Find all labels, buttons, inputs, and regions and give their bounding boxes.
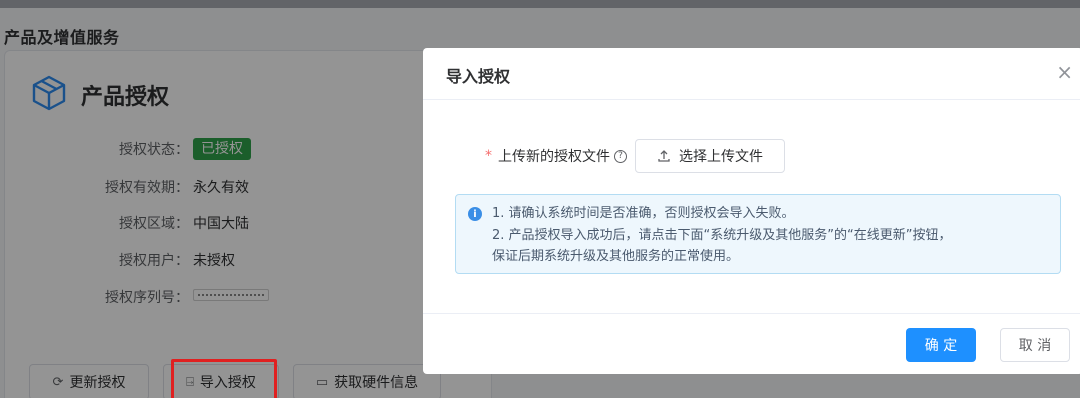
upload-label: 上传新的授权文件 [498, 149, 610, 165]
dialog-header: 导入授权 × [423, 48, 1080, 100]
import-license-dialog: 导入授权 × * 上传新的授权文件 ? 选择上传文件 i 1. 请确认系统时间是… [423, 48, 1080, 374]
highlight-annotation [171, 359, 277, 398]
select-upload-file-button[interactable]: 选择上传文件 [635, 139, 785, 173]
dialog-footer: 确 定 取 消 [423, 313, 1080, 374]
dialog-title: 导入授权 [446, 67, 511, 86]
select-upload-file-label: 选择上传文件 [679, 149, 763, 165]
info-icon: i [468, 207, 482, 221]
confirm-button[interactable]: 确 定 [906, 328, 976, 362]
close-icon[interactable]: × [1056, 62, 1073, 82]
alert-line-2: 2. 产品授权导入成功后，请点击下面“系统升级及其他服务”的“在线更新”按钮， [492, 228, 952, 243]
cancel-button[interactable]: 取 消 [1000, 328, 1070, 362]
upload-icon [658, 150, 670, 162]
alert-line-3: 保证后期系统升级及其他服务的正常使用。 [492, 249, 740, 264]
required-mark: * [485, 148, 492, 164]
upload-field: * 上传新的授权文件 ? 选择上传文件 [485, 139, 785, 173]
info-alert: i 1. 请确认系统时间是否准确，否则授权会导入失败。 2. 产品授权导入成功后… [455, 194, 1061, 274]
alert-line-1: 1. 请确认系统时间是否准确，否则授权会导入失败。 [492, 206, 795, 221]
question-icon[interactable]: ? [614, 149, 627, 163]
